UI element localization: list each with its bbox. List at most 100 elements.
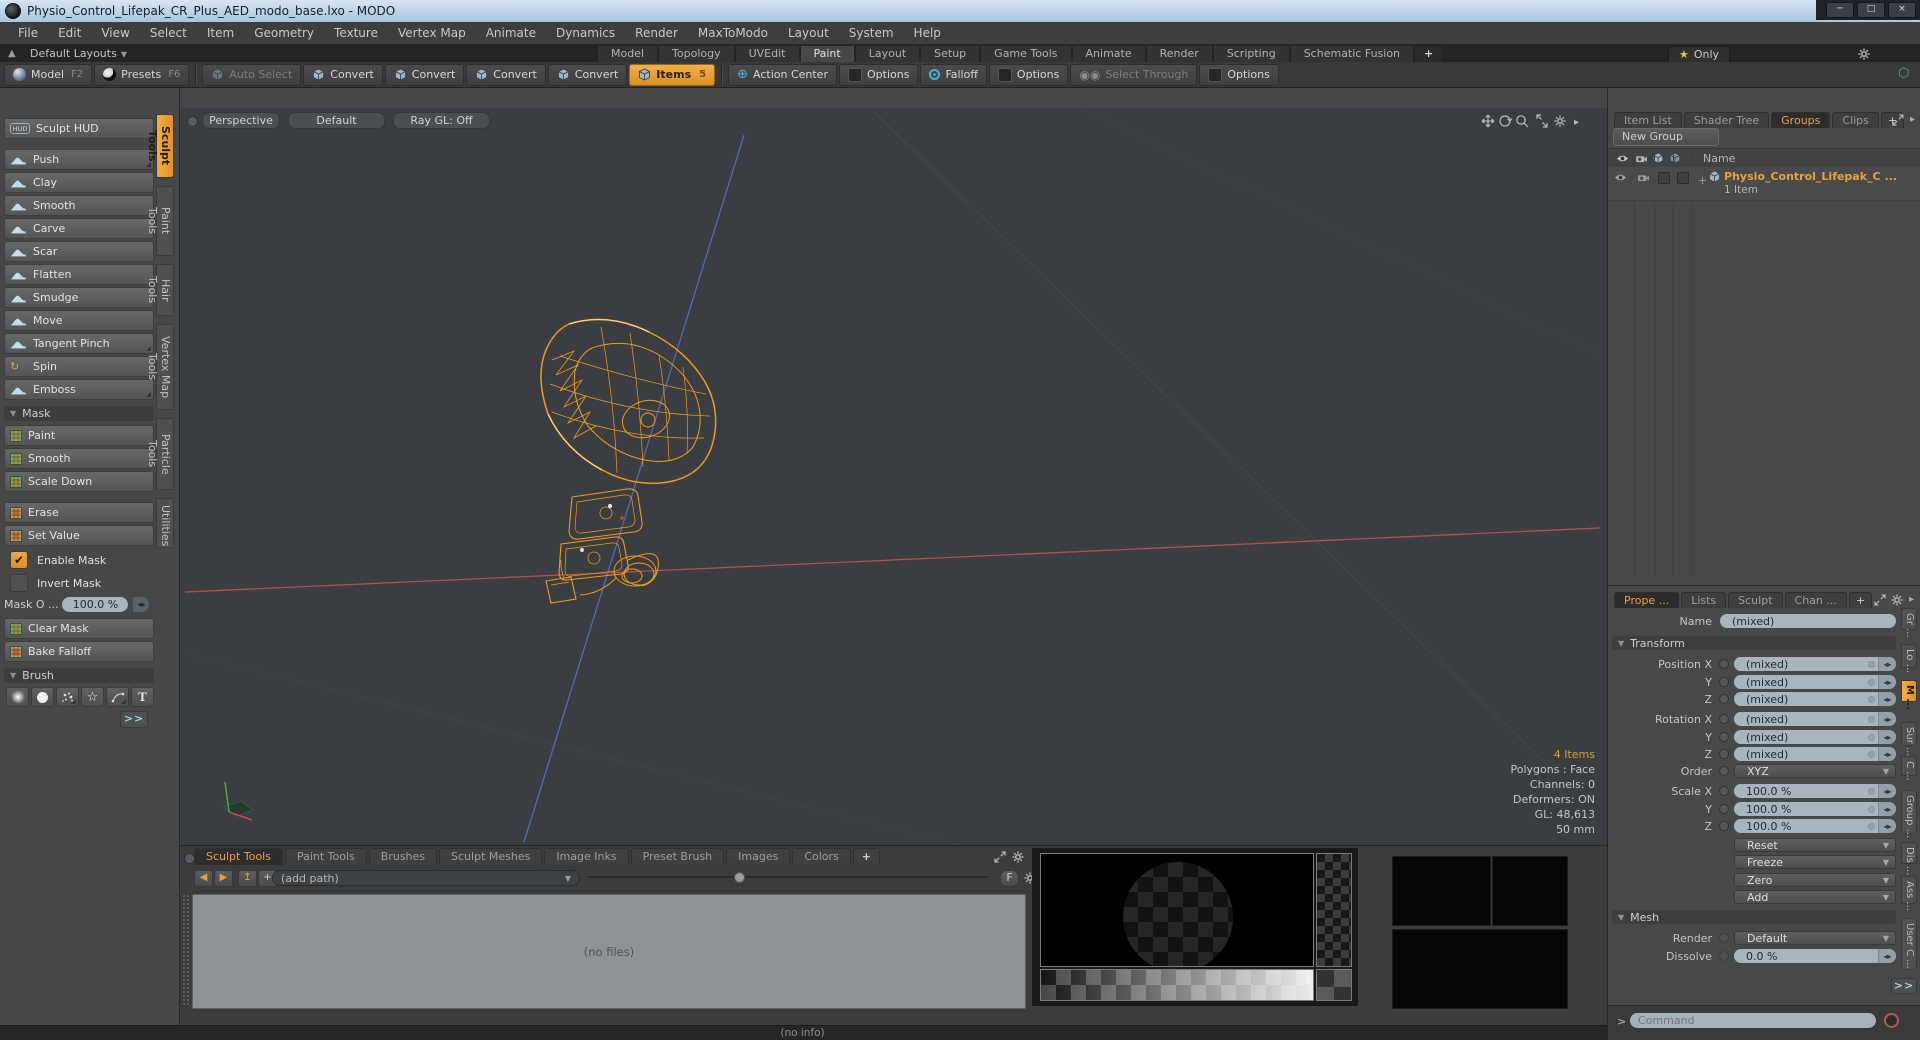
group-checkbox[interactable] (1658, 172, 1670, 184)
group-item-name[interactable]: Physio_Control_Lifepak_C ... (1724, 170, 1897, 183)
menu-animate[interactable]: Animate (476, 22, 546, 44)
vtab-hair-tools[interactable]: Hair Tools (146, 264, 174, 316)
zero-dropdown-button[interactable]: Zero ▼ (1734, 873, 1896, 887)
value-field[interactable]: (mixed) ◂▸ (1734, 747, 1896, 761)
pvtab-user-c[interactable]: User C ... (1901, 918, 1917, 970)
brush-section-header[interactable]: ▼ Brush (4, 668, 154, 683)
spinner-arrows-icon[interactable]: ◂▸ (1878, 784, 1896, 798)
vtab-vertex-map-tools[interactable]: Vertex Map Tools (146, 324, 174, 410)
menu-vertex-map[interactable]: Vertex Map (388, 22, 476, 44)
reset-dropdown-button[interactable]: Reset ▼ (1734, 838, 1896, 852)
tool-flatten[interactable]: Flatten (4, 264, 154, 285)
tool-hexagon-icon[interactable]: ⬡ (1898, 66, 1909, 81)
vtab-paint-tools[interactable]: Paint Tools (146, 186, 174, 256)
spinner-arrows-icon[interactable]: ◂▸ (133, 597, 150, 612)
brush-star-button[interactable]: ☆ (81, 687, 104, 707)
layouts-gear-icon[interactable] (1858, 48, 1870, 60)
clear-mask-button[interactable]: Clear Mask (4, 618, 154, 639)
tool-scar[interactable]: Scar (4, 241, 154, 262)
falloff-options-button[interactable]: Options (988, 63, 1069, 86)
thumb-size-slider-handle[interactable] (734, 872, 745, 883)
panel-gear-icon[interactable] (1012, 851, 1024, 863)
tab-colors[interactable]: Colors (792, 848, 851, 865)
menu-select[interactable]: Select (140, 22, 197, 44)
tool-spin[interactable]: ↻ Spin (4, 356, 154, 377)
file-scroll-strip[interactable] (182, 894, 190, 1007)
maximize-button[interactable]: □ (1857, 2, 1885, 18)
gradient-preview[interactable] (1040, 969, 1314, 1001)
select-through-options-button[interactable]: Options (1199, 63, 1279, 86)
preset-file-area[interactable]: (no files) (192, 894, 1026, 1009)
tab-animate[interactable]: Animate (1072, 46, 1145, 62)
enable-mask-checkbox[interactable]: ✔ (10, 551, 28, 569)
value-field[interactable]: 0.0 % ◂▸ (1734, 949, 1896, 963)
value-field[interactable]: (mixed) ◂▸ (1734, 712, 1896, 726)
action-center-button[interactable]: ⊕ Action Center (728, 63, 837, 86)
order-dropdown[interactable]: XYZ ▼ (1734, 764, 1896, 778)
tab-brushes[interactable]: Brushes (368, 848, 438, 865)
envelope-toggle[interactable] (1719, 677, 1729, 687)
thumb-size-slider-track[interactable] (588, 876, 988, 878)
tab-uvedit[interactable]: UVEdit (735, 46, 799, 62)
tab-shader-tree[interactable]: Shader Tree (1683, 112, 1770, 128)
only-filter-button[interactable]: ★ Only (1668, 46, 1731, 63)
pvtab-c[interactable]: C ... (1901, 756, 1917, 781)
vtab-particle-tools[interactable]: Particle Tools (146, 418, 174, 490)
convert-materials-button[interactable]: Convert (547, 63, 628, 86)
viewport-projection-button[interactable]: Perspective (202, 112, 280, 129)
spinner-arrows-icon[interactable]: ◂▸ (1878, 747, 1896, 761)
envelope-toggle[interactable] (1719, 714, 1729, 724)
value-field[interactable]: 100.0 % ◂▸ (1734, 802, 1896, 816)
envelope-toggle[interactable] (1719, 821, 1729, 831)
menu-dynamics[interactable]: Dynamics (546, 22, 625, 44)
vtab-utilities[interactable]: Utilities (156, 498, 174, 548)
envelope-toggle[interactable] (1719, 694, 1729, 704)
mask-section-header[interactable]: ▼ Mask (4, 406, 154, 421)
group-checkbox[interactable] (1677, 172, 1689, 184)
group-item-row[interactable]: + Physio_Control_Lifepak_C ... 1 Item (1608, 167, 1920, 201)
spinner-arrows-icon[interactable]: ◂▸ (1878, 712, 1896, 726)
viewport-menu-dot[interactable] (187, 116, 198, 127)
tab-clips[interactable]: Clips (1832, 112, 1879, 128)
render-pane[interactable] (1392, 929, 1568, 1009)
expand-panel-icon[interactable] (1874, 594, 1886, 606)
tool-smooth[interactable]: Smooth (4, 195, 154, 216)
tool-clay[interactable]: Clay (4, 172, 154, 193)
mask-tool-set-value[interactable]: Set Value (4, 525, 154, 546)
menu-edit[interactable]: Edit (48, 22, 91, 44)
tool-tangent-pinch[interactable]: Tangent Pinch (4, 333, 154, 354)
expand-panel-icon[interactable] (994, 851, 1006, 863)
value-field[interactable]: (mixed) ◂▸ (1734, 692, 1896, 706)
new-group-button[interactable]: New Group (1613, 128, 1719, 146)
add-dropdown-button[interactable]: Add ▼ (1734, 890, 1896, 904)
tab-image-inks[interactable]: Image Inks (544, 848, 629, 865)
pvtab-dis[interactable]: Dis ... (1901, 842, 1917, 875)
tab-properties[interactable]: Prope ... (1614, 592, 1680, 608)
render-pane[interactable] (1492, 856, 1568, 926)
value-field[interactable]: (mixed) ◂▸ (1734, 657, 1896, 671)
macro-record-button[interactable] (1884, 1013, 1899, 1028)
add-properties-tab-button[interactable]: + (1848, 592, 1873, 608)
more-brushes-button[interactable]: >> (120, 711, 148, 728)
tab-lists[interactable]: Lists (1681, 592, 1727, 608)
wireframe-model-aed[interactable] (540, 318, 717, 604)
tab-sculpt-meshes[interactable]: Sculpt Meshes (439, 848, 543, 865)
pvtab-lo[interactable]: Lo ... (1901, 644, 1917, 673)
value-field[interactable]: (mixed) ◂▸ (1734, 730, 1896, 744)
mask-tool-scale-down[interactable]: Scale Down (4, 471, 154, 492)
more-tabs-button[interactable]: >> (1891, 978, 1917, 994)
sculpt-hud-button[interactable]: HUD Sculpt HUD (4, 118, 154, 139)
envelope-toggle[interactable] (1719, 933, 1729, 943)
pvtab-gr[interactable]: Gr ... (1901, 608, 1917, 638)
viewport-raygl-button[interactable]: Ray GL: Off (393, 112, 490, 129)
tool-emboss[interactable]: Emboss (4, 379, 154, 400)
spinner-arrows-icon[interactable]: ◂▸ (1878, 675, 1896, 689)
presets-button[interactable]: Presets F6 (94, 63, 190, 86)
add-layout-tab-button[interactable]: + (1415, 46, 1443, 62)
tool-push[interactable]: Push (4, 149, 154, 170)
layout-switcher[interactable]: Default Layouts ▼ (30, 45, 127, 62)
items-mode-button[interactable]: Items 5 (629, 63, 716, 86)
freeze-dropdown-button[interactable]: Freeze ▼ (1734, 855, 1896, 869)
brush-procedural-button[interactable] (56, 687, 79, 707)
mask-tool-paint[interactable]: Paint (4, 425, 154, 446)
